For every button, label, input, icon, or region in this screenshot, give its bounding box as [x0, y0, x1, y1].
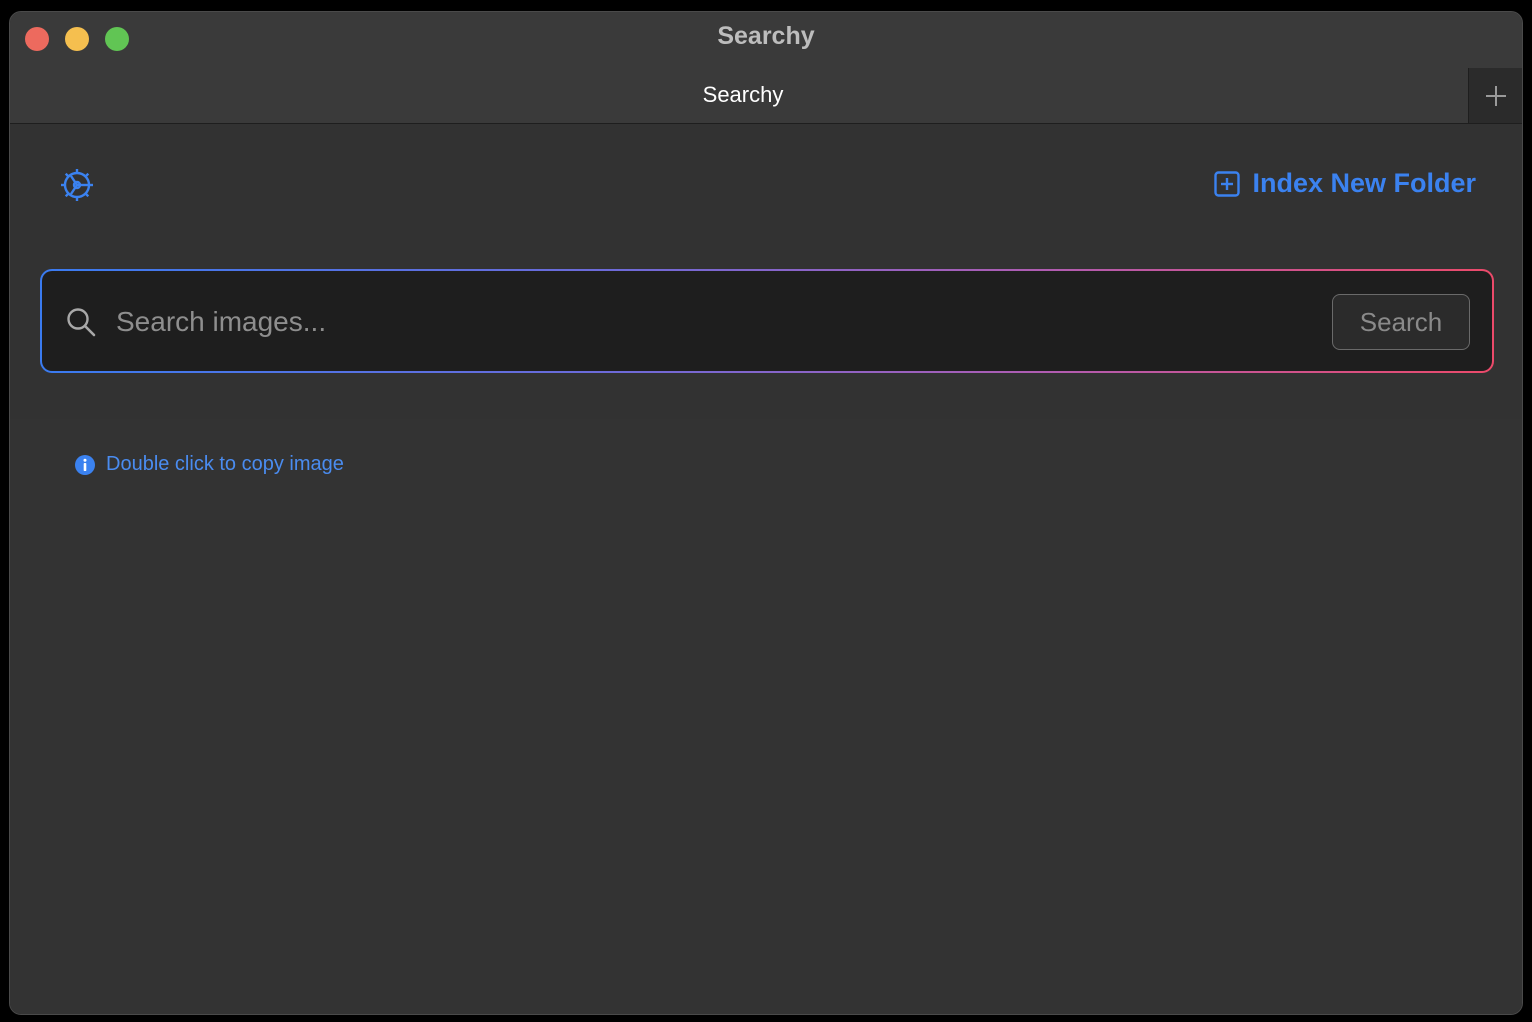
search-button[interactable]: Search: [1332, 294, 1470, 350]
settings-button[interactable]: [58, 166, 96, 204]
plus-icon: [1485, 85, 1506, 106]
hint-text: Double click to copy image: [106, 453, 344, 475]
info-icon: [75, 454, 95, 475]
search-bar-inner: Search: [42, 271, 1492, 371]
results-area: [10, 419, 1522, 1014]
app-window: Searchy Searchy Index New Folder Search …: [9, 11, 1523, 1015]
tab-searchy[interactable]: Searchy: [10, 82, 1476, 108]
copy-hint: Double click to copy image: [74, 453, 344, 476]
gear-icon: [61, 169, 93, 201]
main-content: Index New Folder Search Double click to …: [10, 124, 1522, 1014]
title-bar[interactable]: Searchy: [10, 12, 1522, 68]
index-new-folder-button[interactable]: Index New Folder: [1214, 168, 1476, 199]
search-bar: Search: [40, 269, 1494, 373]
window-title: Searchy: [717, 22, 815, 50]
search-input[interactable]: [114, 293, 1298, 351]
plus-square-icon: [1214, 170, 1241, 197]
tab-bar: Searchy: [10, 68, 1522, 124]
index-new-folder-label: Index New Folder: [1252, 168, 1476, 198]
search-icon: [67, 308, 96, 337]
new-tab-button[interactable]: [1468, 68, 1522, 123]
